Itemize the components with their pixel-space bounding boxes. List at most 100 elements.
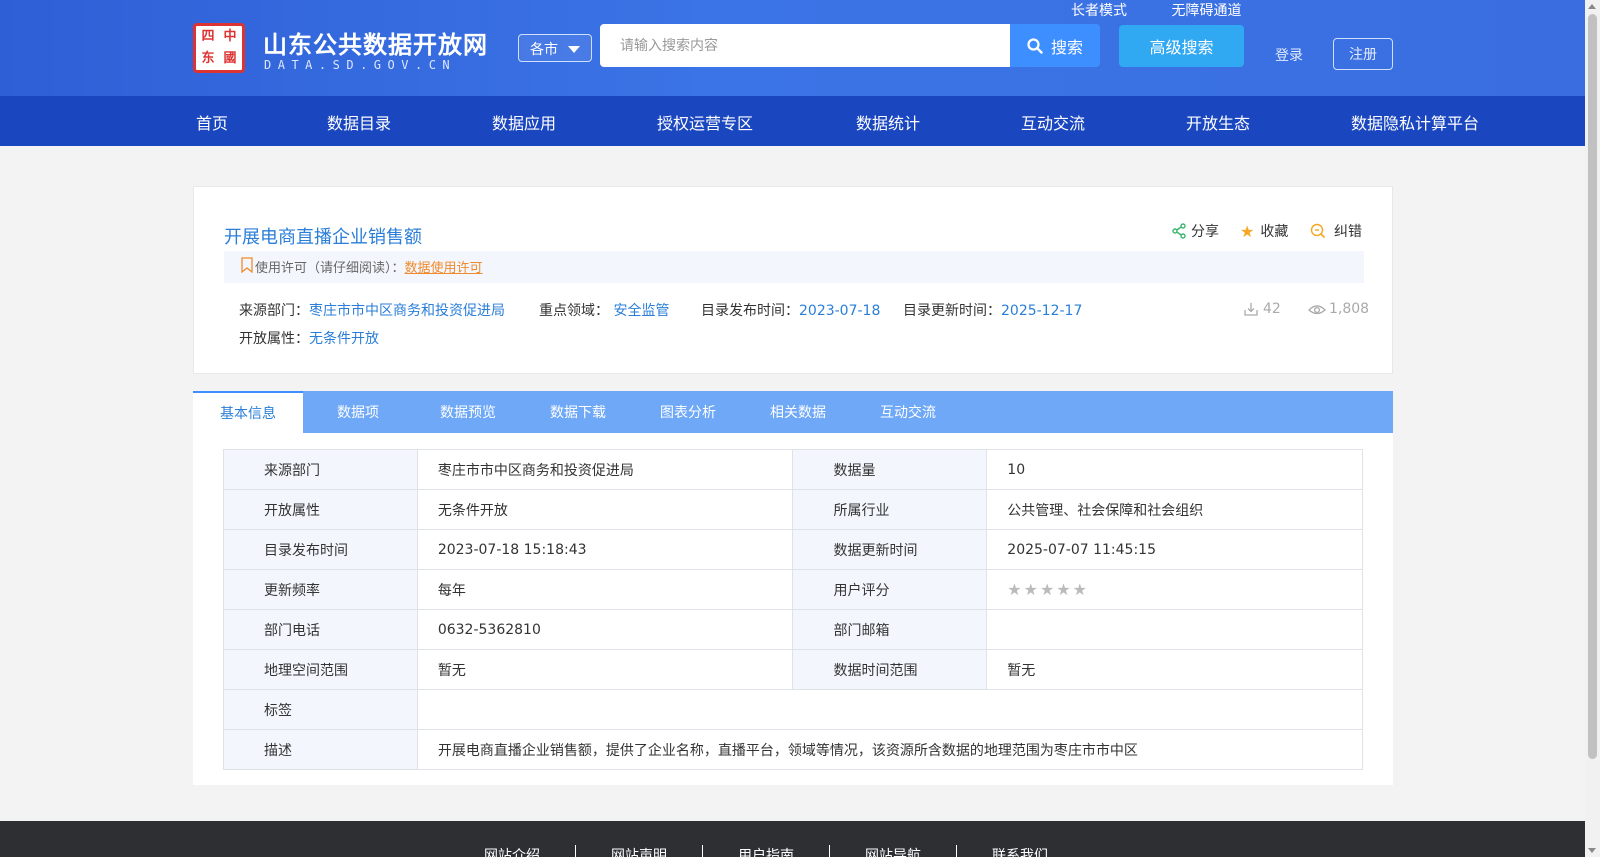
site-logo-title[interactable]: 山东公共数据开放网 <box>263 25 488 60</box>
scrollbar-thumb[interactable] <box>1588 14 1597 759</box>
tab-related-data[interactable]: 相关数据 <box>743 391 853 433</box>
rating-star-icon[interactable]: ★ <box>1007 580 1021 599</box>
meta-update-time: 目录更新时间：2025-12-17 <box>903 300 1082 320</box>
table-row: 开放属性 无条件开放 所属行业 公共管理、社会保障和社会组织 <box>223 489 1363 530</box>
site-logo-subtitle: DATA.SD.GOV.CN <box>264 58 457 72</box>
meta-source-label: 来源部门： <box>239 303 309 319</box>
info-key: 描述 <box>223 729 418 770</box>
table-row: 地理空间范围 暂无 数据时间范围 暂无 <box>223 649 1363 690</box>
share-action[interactable]: 分享 <box>1171 221 1219 241</box>
table-row: 目录发布时间 2023-07-18 15:18:43 数据更新时间 2025-0… <box>223 529 1363 570</box>
share-label: 分享 <box>1191 224 1219 240</box>
advanced-search-button[interactable]: 高级搜索 <box>1119 25 1244 67</box>
tab-basic-info[interactable]: 基本信息 <box>193 391 303 433</box>
meta-publish-label: 目录发布时间： <box>701 303 799 319</box>
page-scrollbar[interactable] <box>1585 0 1600 857</box>
tab-data-items[interactable]: 数据项 <box>303 391 413 433</box>
nav-item-privacy-computing[interactable]: 数据隐私计算平台 <box>1351 110 1479 134</box>
footer-link-contact[interactable]: 联系我们 <box>957 845 1083 857</box>
info-value: 2025-07-07 11:45:15 <box>986 529 1363 570</box>
footer-link-about[interactable]: 网站介绍 <box>484 845 576 857</box>
info-key: 更新频率 <box>223 569 418 610</box>
nav-item-ecosystem[interactable]: 开放生态 <box>1186 110 1250 134</box>
rating-star-icon[interactable]: ★ <box>1073 580 1087 599</box>
meta-publish-time: 目录发布时间：2023-07-18 <box>701 300 880 320</box>
accessibility-link[interactable]: 无障碍通道 <box>1171 3 1241 19</box>
footer-link-guide[interactable]: 用户指南 <box>703 845 830 857</box>
tab-interaction[interactable]: 互动交流 <box>853 391 963 433</box>
table-row: 来源部门 枣庄市市中区商务和投资促进局 数据量 10 <box>223 449 1363 490</box>
meta-open-value[interactable]: 无条件开放 <box>309 331 379 347</box>
info-key: 数据更新时间 <box>792 529 988 570</box>
nav-item-authorized-ops[interactable]: 授权运营专区 <box>657 110 753 134</box>
search-button-label: 搜索 <box>1050 37 1083 57</box>
login-link[interactable]: 登录 <box>1275 45 1303 65</box>
view-count-value: 1,808 <box>1329 301 1370 317</box>
tab-data-download[interactable]: 数据下载 <box>523 391 633 433</box>
dataset-summary-card: 开展电商直播企业销售额 分享 ★ 收藏 纠错 使用许可（请仔细阅读）： 数据使用… <box>193 186 1393 374</box>
dataset-title: 开展电商直播企业销售额 <box>224 227 422 248</box>
table-row: 更新频率 每年 用户评分 ★ ★ ★ ★ ★ <box>223 569 1363 610</box>
license-link[interactable]: 数据使用许可 <box>405 257 483 276</box>
city-select-value: 各市 <box>530 42 558 58</box>
city-select[interactable]: 各市 <box>518 34 592 62</box>
meta-source-value[interactable]: 枣庄市市中区商务和投资促进局 <box>309 303 505 319</box>
detail-tabs: 基本信息 数据项 数据预览 数据下载 图表分析 相关数据 互动交流 <box>193 391 1393 433</box>
basic-info-table: 来源部门 枣庄市市中区商务和投资促进局 数据量 10 开放属性 无条件开放 所属… <box>223 449 1364 770</box>
rating-star-icon[interactable]: ★ <box>1024 580 1038 599</box>
main-nav: 首页 数据目录 数据应用 授权运营专区 数据统计 互动交流 开放生态 数据隐私计… <box>0 96 1585 146</box>
nav-item-home[interactable]: 首页 <box>196 110 228 134</box>
elder-mode-link[interactable]: 长者模式 <box>1071 3 1127 19</box>
meta-publish-value: 2023-07-18 <box>799 303 881 319</box>
info-value: 暂无 <box>986 649 1363 690</box>
meta-field-value[interactable]: 安全监管 <box>613 303 669 319</box>
meta-open-attribute: 开放属性：无条件开放 <box>239 328 379 348</box>
nav-item-interaction[interactable]: 互动交流 <box>1021 110 1085 134</box>
download-icon <box>1244 303 1258 316</box>
nav-item-apps[interactable]: 数据应用 <box>492 110 556 134</box>
scroll-down-arrow-icon[interactable] <box>1588 848 1596 853</box>
report-error-action[interactable]: 纠错 <box>1310 221 1362 241</box>
info-value: 10 <box>986 449 1363 490</box>
info-value <box>986 609 1363 650</box>
info-value: 公共管理、社会保障和社会组织 <box>986 489 1363 530</box>
rating-star-icon[interactable]: ★ <box>1056 580 1070 599</box>
scroll-up-arrow-icon[interactable] <box>1588 4 1596 9</box>
info-key: 开放属性 <box>223 489 418 530</box>
info-value: 枣庄市市中区商务和投资促进局 <box>416 449 794 490</box>
star-icon: ★ <box>1240 221 1255 241</box>
search-input[interactable] <box>600 24 1011 67</box>
error-report-icon <box>1310 223 1326 239</box>
footer-link-sitemap[interactable]: 网站导航 <box>830 845 957 857</box>
meta-update-label: 目录更新时间： <box>903 303 1001 319</box>
nav-item-catalog[interactable]: 数据目录 <box>327 110 391 134</box>
favorite-action[interactable]: ★ 收藏 <box>1240 221 1288 241</box>
site-footer: 网站介绍 网站声明 用户指南 网站导航 联系我们 <box>0 821 1585 857</box>
info-value: 2023-07-18 15:18:43 <box>416 529 794 570</box>
info-value <box>416 689 1364 730</box>
info-key: 标签 <box>223 689 418 730</box>
report-error-label: 纠错 <box>1334 224 1362 240</box>
download-count-value: 42 <box>1263 301 1281 317</box>
footer-link-statement[interactable]: 网站声明 <box>576 845 703 857</box>
register-button[interactable]: 注册 <box>1333 38 1393 70</box>
download-count: 42 <box>1243 301 1281 317</box>
search-button[interactable]: 搜索 <box>1010 24 1100 67</box>
caret-down-icon <box>568 46 580 53</box>
logo-seal-icon[interactable]: 四中东國 <box>193 23 245 73</box>
info-key: 部门电话 <box>223 609 418 650</box>
info-value: 暂无 <box>416 649 794 690</box>
nav-item-statistics[interactable]: 数据统计 <box>856 110 920 134</box>
share-icon <box>1172 223 1186 239</box>
site-header: 四中东國 山东公共数据开放网 DATA.SD.GOV.CN 长者模式 无障碍通道… <box>0 0 1585 96</box>
user-rating[interactable]: ★ ★ ★ ★ ★ <box>986 569 1363 610</box>
meta-field: 重点领域： 安全监管 <box>539 300 669 320</box>
eye-icon <box>1308 305 1326 315</box>
info-value: 每年 <box>416 569 794 610</box>
view-count: 1,808 <box>1308 301 1369 317</box>
table-row: 描述 开展电商直播企业销售额，提供了企业名称，直播平台，领域等情况，该资源所含数… <box>223 729 1364 770</box>
tab-data-preview[interactable]: 数据预览 <box>413 391 523 433</box>
tab-chart-analysis[interactable]: 图表分析 <box>633 391 743 433</box>
rating-star-icon[interactable]: ★ <box>1040 580 1054 599</box>
info-value: 开展电商直播企业销售额，提供了企业名称，直播平台，领域等情况，该资源所含数据的地… <box>416 729 1364 770</box>
